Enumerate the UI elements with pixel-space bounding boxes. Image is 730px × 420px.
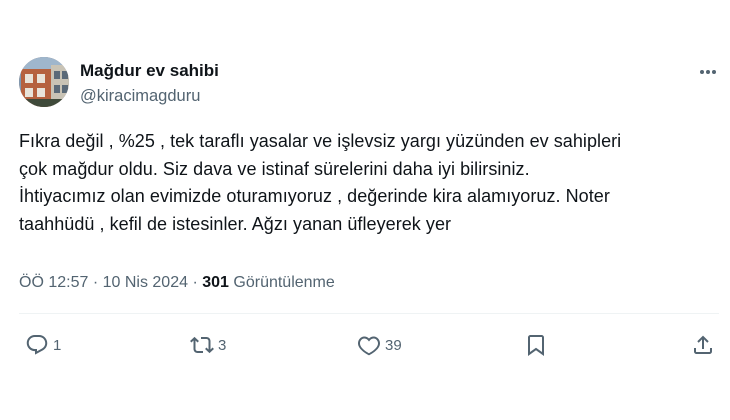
avatar[interactable]	[19, 57, 69, 107]
meta-separator: ·	[92, 274, 99, 291]
username-handle[interactable]: @kiracimagduru	[80, 85, 219, 107]
like-button[interactable]: 39	[357, 330, 402, 360]
action-bar: 1 3 39	[0, 330, 730, 360]
tweet-time[interactable]: ÖÖ 12:57	[19, 274, 88, 291]
retweet-count: 3	[218, 336, 227, 354]
tweet-text: Fıkra değil , %25 , tek taraflı yasalar …	[19, 128, 719, 238]
views-count: 301	[202, 274, 229, 291]
bookmark-icon	[528, 335, 544, 356]
more-options-button[interactable]	[694, 64, 722, 80]
reply-button[interactable]: 1	[25, 330, 61, 360]
bookmark-button[interactable]	[524, 330, 548, 360]
tweet-text-line: Fıkra değil , %25 , tek taraflı yasalar …	[19, 131, 622, 151]
retweet-button[interactable]: 3	[190, 330, 226, 360]
reply-count: 1	[53, 336, 62, 354]
like-count: 39	[385, 336, 402, 354]
share-button[interactable]	[691, 330, 715, 360]
views-label: Görüntülenme	[233, 274, 335, 291]
reply-icon	[26, 335, 48, 355]
divider	[19, 313, 719, 314]
tweet: Mağdur ev sahibi @kiracimagduru Fıkra de…	[0, 0, 730, 420]
meta-separator: ·	[192, 274, 198, 291]
tweet-date[interactable]: 10 Nis 2024	[103, 274, 188, 291]
retweet-icon	[190, 336, 214, 354]
tweet-metadata: ÖÖ 12:57 · 10 Nis 2024 · 301 Görüntülenm…	[19, 272, 335, 294]
share-icon	[694, 335, 712, 354]
display-name[interactable]: Mağdur ev sahibi	[80, 60, 219, 82]
more-icon	[700, 70, 716, 74]
tweet-text-line: çok mağdur oldu. Siz dava ve istinaf sür…	[19, 158, 530, 179]
avatar-image	[19, 57, 69, 107]
heart-icon	[358, 336, 380, 356]
author-block: Mağdur ev sahibi @kiracimagduru	[80, 60, 219, 107]
tweet-text-line: İhtiyacımız olan evimizde oturamıyoruz ,…	[19, 186, 610, 206]
tweet-text-line: taahhüdü , kefil de istesinler. Ağzı yan…	[19, 213, 452, 234]
